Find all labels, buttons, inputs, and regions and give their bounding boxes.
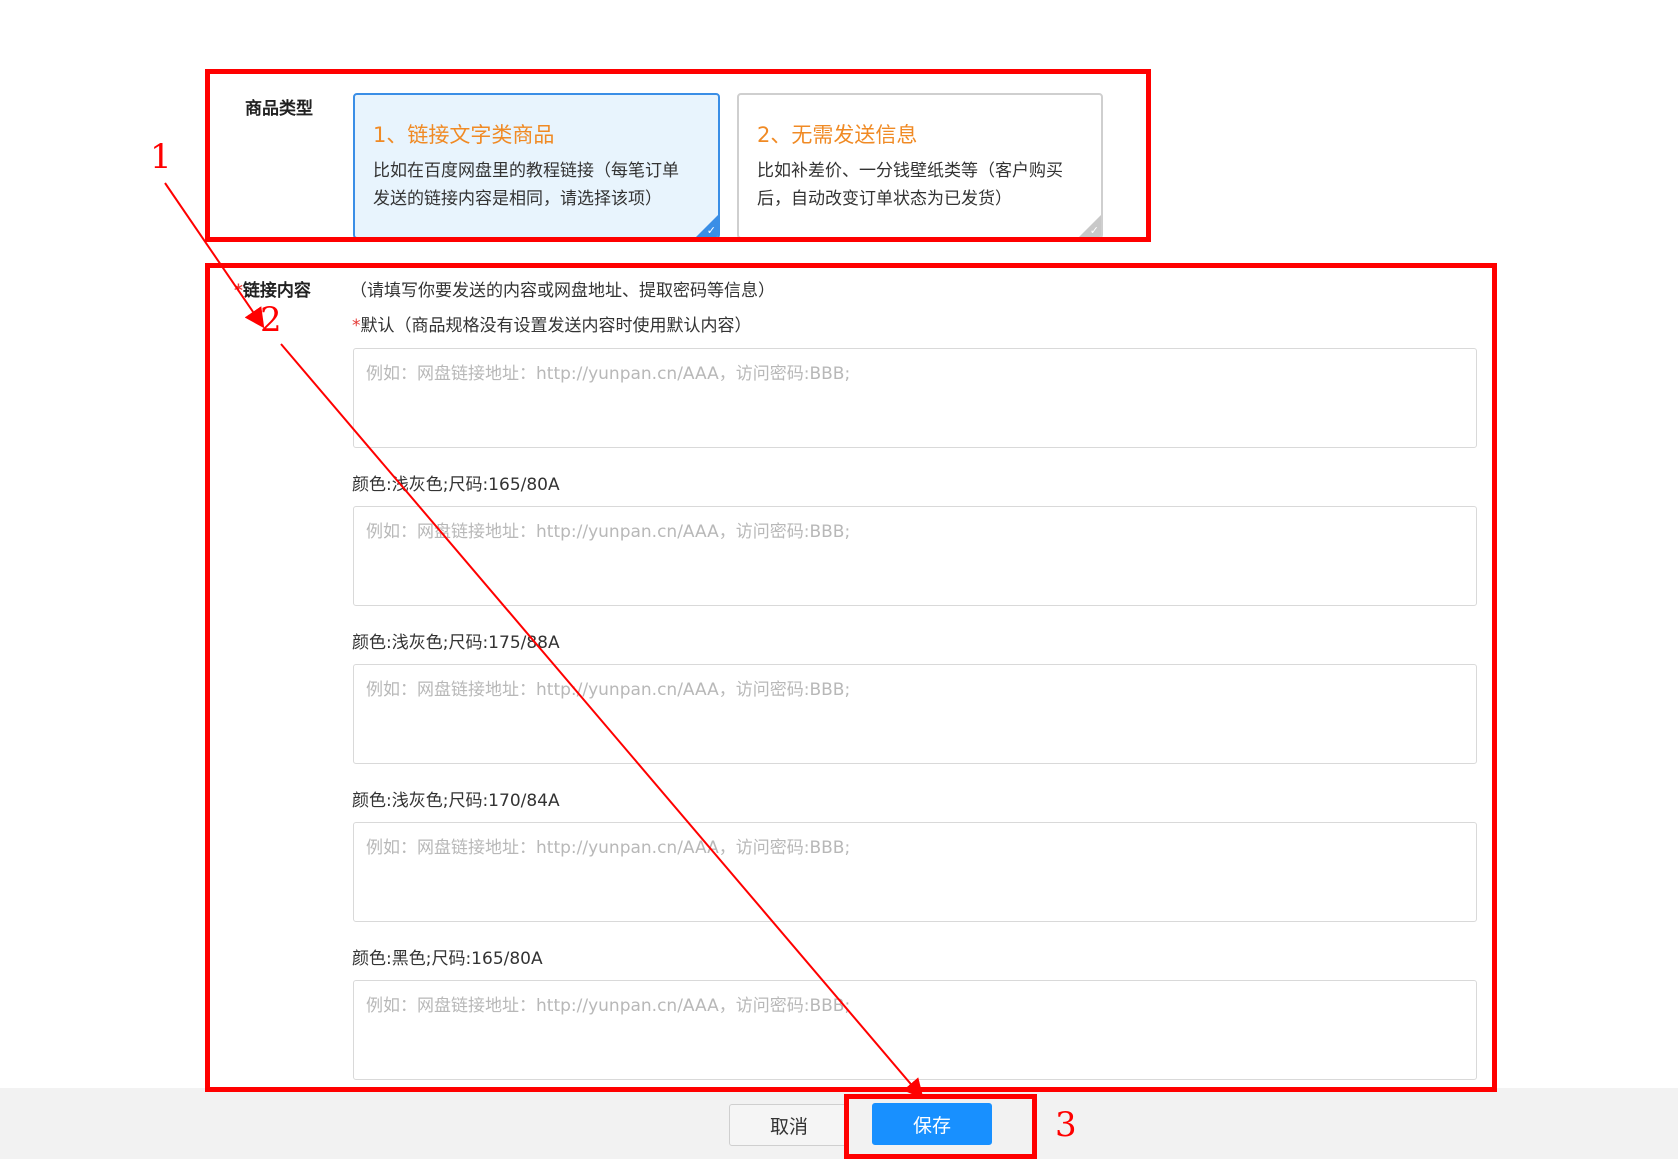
link-content-label-text: 链接内容 <box>242 281 311 301</box>
default-content-label: *默认（商品规格没有设置发送内容时使用默认内容） <box>352 311 752 336</box>
cancel-button[interactable]: 取消 <box>729 1104 849 1146</box>
spec-label: 颜色:黑色;尺码:165/80A <box>352 949 543 969</box>
spec-content-textarea[interactable] <box>353 980 1477 1080</box>
default-content-textarea[interactable] <box>353 348 1477 448</box>
annotation-step-3: 3 <box>1055 1105 1077 1145</box>
spec-content-textarea[interactable] <box>353 664 1477 764</box>
link-content-hint: （请填写你要发送的内容或网盘地址、提取密码等信息） <box>350 281 775 301</box>
spec-label: 颜色:浅灰色;尺码:175/88A <box>352 633 560 653</box>
option-desc-line: 比如在百度网盘里的教程链接（每笔订单 <box>373 161 679 181</box>
option-title: 2、无需发送信息 <box>757 123 918 147</box>
spec-label: 颜色:浅灰色;尺码:170/84A <box>352 791 560 811</box>
product-type-option-link-text[interactable]: 1、链接文字类商品 比如在百度网盘里的教程链接（每笔订单 发送的链接内容是相同，… <box>353 93 720 239</box>
arrow-step1-to-step2 <box>164 182 265 329</box>
spec-content-textarea[interactable] <box>353 822 1477 922</box>
option-desc-line: 比如补差价、一分钱壁纸类等（客户购买 <box>757 161 1063 181</box>
check-icon: ✓ <box>706 224 716 237</box>
check-icon: ✓ <box>1089 224 1099 237</box>
default-content-label-text: 默认（商品规格没有设置发送内容时使用默认内容） <box>360 316 752 336</box>
save-button[interactable]: 保存 <box>872 1103 992 1145</box>
option-description: 比如在百度网盘里的教程链接（每笔订单 发送的链接内容是相同，请选择该项） <box>373 157 700 213</box>
required-mark: * <box>352 316 361 336</box>
option-title: 1、链接文字类商品 <box>373 123 555 147</box>
link-content-label: *链接内容 <box>234 276 311 301</box>
option-desc-line: 发送的链接内容是相同，请选择该项） <box>373 189 662 209</box>
annotation-step-2: 2 <box>260 300 282 340</box>
option-desc-line: 后，自动改变订单状态为已发货） <box>757 189 1012 209</box>
annotation-step-1: 1 <box>150 137 172 177</box>
spec-content-textarea[interactable] <box>353 506 1477 606</box>
product-type-option-no-send[interactable]: 2、无需发送信息 比如补差价、一分钱壁纸类等（客户购买 后，自动改变订单状态为已… <box>737 93 1103 239</box>
option-description: 比如补差价、一分钱壁纸类等（客户购买 后，自动改变订单状态为已发货） <box>757 157 1083 213</box>
required-mark: * <box>234 281 243 301</box>
spec-label: 颜色:浅灰色;尺码:165/80A <box>352 475 560 495</box>
product-type-label: 商品类型 <box>245 99 313 119</box>
